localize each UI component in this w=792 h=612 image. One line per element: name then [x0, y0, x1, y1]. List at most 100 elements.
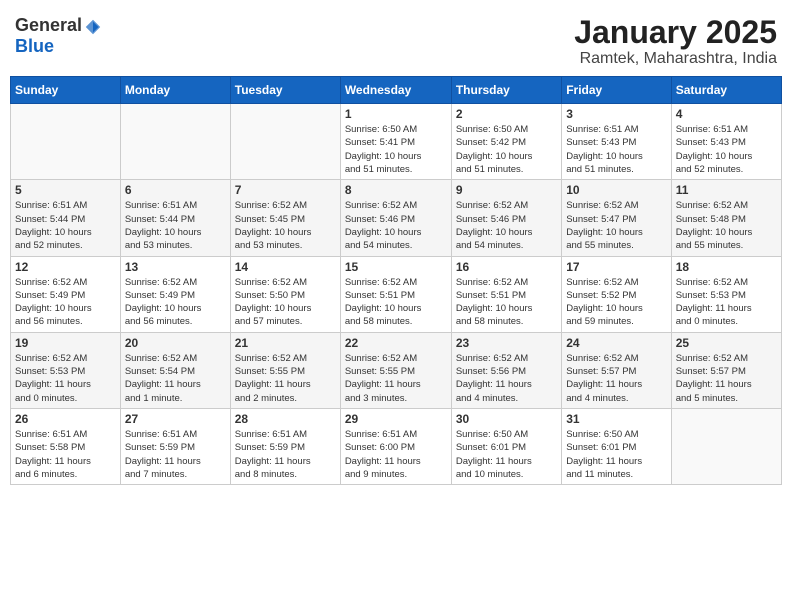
- calendar-cell: 2 Sunrise: 6:50 AM Sunset: 5:42 PM Daylig…: [451, 104, 561, 180]
- weekday-wednesday: Wednesday: [340, 77, 451, 104]
- calendar-cell: 6Sunrise: 6:51 AM Sunset: 5:44 PM Daylig…: [120, 180, 230, 256]
- day-info: Sunrise: 6:52 AM Sunset: 5:55 PM Dayligh…: [345, 352, 447, 405]
- day-info: Sunrise: 6:52 AM Sunset: 5:51 PM Dayligh…: [456, 276, 557, 329]
- calendar-cell: 21Sunrise: 6:52 AM Sunset: 5:55 PM Dayli…: [230, 332, 340, 408]
- calendar-cell: 20 Sunrise: 6:52 AM Sunset: 5:54 PM Dayli…: [120, 332, 230, 408]
- logo-general-text: General: [15, 15, 82, 36]
- day-info: Sunrise: 6:52 AM Sunset: 5:48 PM Dayligh…: [676, 199, 777, 252]
- calendar-cell: 4Sunrise: 6:51 AM Sunset: 5:43 PM Daylig…: [671, 104, 781, 180]
- day-info: Sunrise: 6:52 AM Sunset: 5:51 PM Dayligh…: [345, 276, 447, 329]
- weekday-monday: Monday: [120, 77, 230, 104]
- day-info: Sunrise: 6:52 AM Sunset: 5:49 PM Dayligh…: [15, 276, 116, 329]
- calendar-cell: 15Sunrise: 6:52 AM Sunset: 5:51 PM Dayli…: [340, 256, 451, 332]
- day-number: 31: [566, 412, 666, 426]
- weekday-header-row: SundayMondayTuesdayWednesdayThursdayFrid…: [11, 77, 782, 104]
- day-info: Sunrise: 6:52 AM Sunset: 5:46 PM Dayligh…: [456, 199, 557, 252]
- day-info: Sunrise: 6:50 AM Sunset: 6:01 PM Dayligh…: [566, 428, 666, 481]
- calendar-cell: [671, 408, 781, 484]
- calendar-cell: 11 Sunrise: 6:52 AM Sunset: 5:48 PM Dayli…: [671, 180, 781, 256]
- weekday-friday: Friday: [562, 77, 671, 104]
- day-number: 4: [676, 107, 777, 121]
- calendar-cell: 27 Sunrise: 6:51 AM Sunset: 5:59 PM Dayli…: [120, 408, 230, 484]
- day-info: Sunrise: 6:52 AM Sunset: 5:49 PM Dayligh…: [125, 276, 226, 329]
- day-info: Sunrise: 6:52 AM Sunset: 5:56 PM Dayligh…: [456, 352, 557, 405]
- calendar-cell: 17 Sunrise: 6:52 AM Sunset: 5:52 PM Dayli…: [562, 256, 671, 332]
- day-number: 1: [345, 107, 447, 121]
- day-number: 14: [235, 260, 336, 274]
- day-number: 26: [15, 412, 116, 426]
- page-header: General Blue January 2025 Ramtek, Mahara…: [10, 10, 782, 68]
- calendar-cell: 1 Sunrise: 6:50 AM Sunset: 5:41 PM Daylig…: [340, 104, 451, 180]
- calendar-cell: 25 Sunrise: 6:52 AM Sunset: 5:57 PM Dayli…: [671, 332, 781, 408]
- day-number: 8: [345, 183, 447, 197]
- weekday-saturday: Saturday: [671, 77, 781, 104]
- day-info: Sunrise: 6:52 AM Sunset: 5:46 PM Dayligh…: [345, 199, 447, 252]
- title-section: January 2025 Ramtek, Maharashtra, India: [574, 15, 777, 68]
- day-info: Sunrise: 6:52 AM Sunset: 5:45 PM Dayligh…: [235, 199, 336, 252]
- weekday-sunday: Sunday: [11, 77, 121, 104]
- calendar-cell: 12 Sunrise: 6:52 AM Sunset: 5:49 PM Dayli…: [11, 256, 121, 332]
- calendar-cell: 22Sunrise: 6:52 AM Sunset: 5:55 PM Dayli…: [340, 332, 451, 408]
- location: Ramtek, Maharashtra, India: [574, 50, 777, 68]
- calendar-cell: 28Sunrise: 6:51 AM Sunset: 5:59 PM Dayli…: [230, 408, 340, 484]
- weekday-thursday: Thursday: [451, 77, 561, 104]
- day-info: Sunrise: 6:51 AM Sunset: 5:44 PM Dayligh…: [125, 199, 226, 252]
- day-info: Sunrise: 6:52 AM Sunset: 5:57 PM Dayligh…: [676, 352, 777, 405]
- calendar-cell: 5 Sunrise: 6:51 AM Sunset: 5:44 PM Daylig…: [11, 180, 121, 256]
- calendar-cell: 8 Sunrise: 6:52 AM Sunset: 5:46 PM Daylig…: [340, 180, 451, 256]
- day-number: 18: [676, 260, 777, 274]
- day-number: 7: [235, 183, 336, 197]
- day-number: 28: [235, 412, 336, 426]
- day-info: Sunrise: 6:51 AM Sunset: 5:59 PM Dayligh…: [125, 428, 226, 481]
- calendar-cell: 18 Sunrise: 6:52 AM Sunset: 5:53 PM Dayli…: [671, 256, 781, 332]
- calendar-cell: 19Sunrise: 6:52 AM Sunset: 5:53 PM Dayli…: [11, 332, 121, 408]
- day-info: Sunrise: 6:52 AM Sunset: 5:52 PM Dayligh…: [566, 276, 666, 329]
- month-title: January 2025: [574, 15, 777, 50]
- day-number: 2: [456, 107, 557, 121]
- calendar-cell: 23Sunrise: 6:52 AM Sunset: 5:56 PM Dayli…: [451, 332, 561, 408]
- calendar-week-1: 1 Sunrise: 6:50 AM Sunset: 5:41 PM Daylig…: [11, 104, 782, 180]
- day-number: 27: [125, 412, 226, 426]
- weekday-tuesday: Tuesday: [230, 77, 340, 104]
- calendar-cell: [11, 104, 121, 180]
- calendar-week-5: 26 Sunrise: 6:51 AM Sunset: 5:58 PM Dayli…: [11, 408, 782, 484]
- day-info: Sunrise: 6:50 AM Sunset: 6:01 PM Dayligh…: [456, 428, 557, 481]
- day-info: Sunrise: 6:52 AM Sunset: 5:54 PM Dayligh…: [125, 352, 226, 405]
- calendar-cell: 29Sunrise: 6:51 AM Sunset: 6:00 PM Dayli…: [340, 408, 451, 484]
- day-number: 25: [676, 336, 777, 350]
- day-number: 17: [566, 260, 666, 274]
- day-number: 12: [15, 260, 116, 274]
- day-info: Sunrise: 6:52 AM Sunset: 5:50 PM Dayligh…: [235, 276, 336, 329]
- day-number: 5: [15, 183, 116, 197]
- day-info: Sunrise: 6:52 AM Sunset: 5:57 PM Dayligh…: [566, 352, 666, 405]
- day-number: 9: [456, 183, 557, 197]
- day-info: Sunrise: 6:52 AM Sunset: 5:53 PM Dayligh…: [15, 352, 116, 405]
- day-number: 16: [456, 260, 557, 274]
- logo: General Blue: [15, 15, 102, 57]
- calendar-cell: 30Sunrise: 6:50 AM Sunset: 6:01 PM Dayli…: [451, 408, 561, 484]
- calendar-cell: 10 Sunrise: 6:52 AM Sunset: 5:47 PM Dayli…: [562, 180, 671, 256]
- calendar-cell: 26 Sunrise: 6:51 AM Sunset: 5:58 PM Dayli…: [11, 408, 121, 484]
- day-number: 24: [566, 336, 666, 350]
- day-info: Sunrise: 6:51 AM Sunset: 5:44 PM Dayligh…: [15, 199, 116, 252]
- day-number: 13: [125, 260, 226, 274]
- calendar-cell: 3Sunrise: 6:51 AM Sunset: 5:43 PM Daylig…: [562, 104, 671, 180]
- day-info: Sunrise: 6:51 AM Sunset: 5:58 PM Dayligh…: [15, 428, 116, 481]
- day-number: 20: [125, 336, 226, 350]
- day-info: Sunrise: 6:51 AM Sunset: 5:43 PM Dayligh…: [566, 123, 666, 176]
- calendar-cell: 31 Sunrise: 6:50 AM Sunset: 6:01 PM Dayli…: [562, 408, 671, 484]
- calendar-week-4: 19Sunrise: 6:52 AM Sunset: 5:53 PM Dayli…: [11, 332, 782, 408]
- day-info: Sunrise: 6:52 AM Sunset: 5:53 PM Dayligh…: [676, 276, 777, 329]
- calendar-cell: 14 Sunrise: 6:52 AM Sunset: 5:50 PM Dayli…: [230, 256, 340, 332]
- calendar-table: SundayMondayTuesdayWednesdayThursdayFrid…: [10, 76, 782, 485]
- calendar-cell: 24 Sunrise: 6:52 AM Sunset: 5:57 PM Dayli…: [562, 332, 671, 408]
- day-number: 11: [676, 183, 777, 197]
- day-number: 21: [235, 336, 336, 350]
- day-info: Sunrise: 6:52 AM Sunset: 5:47 PM Dayligh…: [566, 199, 666, 252]
- day-info: Sunrise: 6:50 AM Sunset: 5:41 PM Dayligh…: [345, 123, 447, 176]
- day-number: 10: [566, 183, 666, 197]
- day-number: 29: [345, 412, 447, 426]
- calendar-cell: [230, 104, 340, 180]
- logo-icon: [84, 18, 102, 36]
- day-info: Sunrise: 6:50 AM Sunset: 5:42 PM Dayligh…: [456, 123, 557, 176]
